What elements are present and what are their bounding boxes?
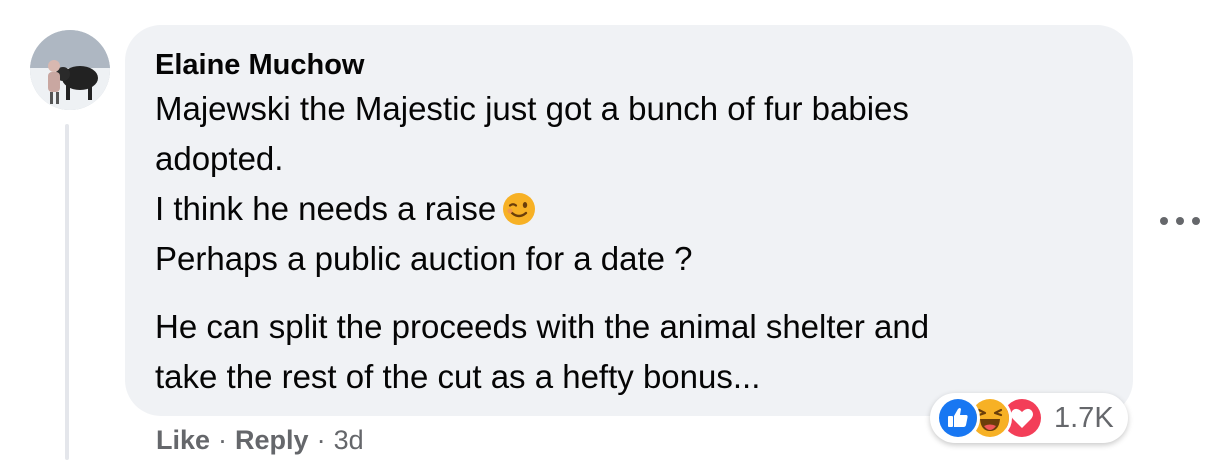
- comment-bubble: Elaine Muchow Majewski the Majestic just…: [125, 25, 1133, 416]
- comment-line: adopted.: [155, 140, 284, 177]
- more-options-icon: [1176, 217, 1184, 225]
- comment-timestamp[interactable]: 3d: [334, 425, 364, 456]
- avatar-image: [30, 30, 110, 110]
- separator: ·: [316, 424, 326, 455]
- avatar[interactable]: [30, 30, 110, 110]
- comment-line: I think he needs a raise: [155, 190, 497, 227]
- thread-line: [65, 124, 69, 460]
- more-options-icon: [1160, 217, 1168, 225]
- comment-actions: Like · Reply · 3d: [156, 420, 364, 460]
- more-options-button[interactable]: [1160, 205, 1200, 237]
- comment: Elaine Muchow Majewski the Majestic just…: [0, 0, 1230, 460]
- comment-line: Perhaps a public auction for a date ?: [155, 240, 693, 277]
- winking-face-icon: [502, 192, 536, 226]
- more-options-icon: [1192, 217, 1200, 225]
- reply-button[interactable]: Reply: [235, 425, 309, 456]
- comment-line: Majewski the Majestic just got a bunch o…: [155, 90, 909, 127]
- separator: ·: [218, 424, 228, 455]
- reaction-count: 1.7K: [1054, 401, 1114, 434]
- comment-author[interactable]: Elaine Muchow: [155, 47, 1103, 83]
- like-button[interactable]: Like: [156, 425, 210, 456]
- comment-line: He can split the proceeds with the anima…: [155, 308, 930, 345]
- comment-body: Majewski the Majestic just got a bunch o…: [155, 84, 1103, 402]
- like-reaction-icon: [936, 396, 980, 440]
- comment-line-with-emoji: I think he needs a raise: [155, 184, 1103, 234]
- reactions-summary[interactable]: 1.7K: [930, 393, 1128, 443]
